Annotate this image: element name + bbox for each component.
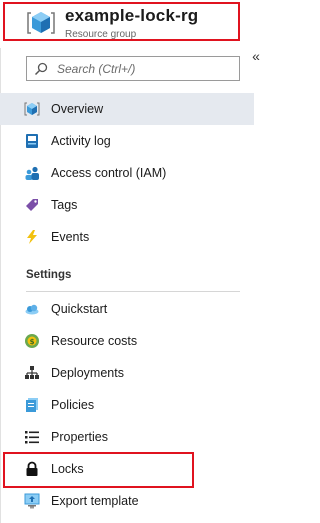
nav-label: Quickstart bbox=[51, 302, 108, 316]
search-placeholder: Search (Ctrl+/) bbox=[57, 62, 136, 76]
nav-item-export-template[interactable]: Export template bbox=[0, 485, 254, 517]
nav-label: Activity log bbox=[51, 134, 111, 148]
nav-item-quickstart[interactable]: Quickstart bbox=[0, 293, 254, 325]
export-template-icon bbox=[24, 493, 40, 509]
nav-label: Tags bbox=[51, 198, 78, 212]
nav-item-events[interactable]: Events bbox=[0, 221, 254, 253]
section-divider bbox=[26, 291, 240, 292]
nav-label: Policies bbox=[51, 398, 95, 412]
policies-icon bbox=[26, 398, 38, 412]
nav-label: Events bbox=[51, 230, 90, 244]
lightning-icon bbox=[27, 230, 37, 244]
nav-label: Properties bbox=[51, 430, 108, 444]
nav-item-tags[interactable]: Tags bbox=[0, 189, 254, 221]
nav-item-properties[interactable]: Properties bbox=[0, 421, 254, 453]
nav-item-overview[interactable]: Overview bbox=[0, 93, 254, 125]
nav-item-policies[interactable]: Policies bbox=[0, 389, 254, 421]
search-input[interactable]: Search (Ctrl+/) bbox=[26, 56, 240, 81]
tag-icon bbox=[26, 199, 38, 211]
header-highlight-box bbox=[3, 2, 240, 41]
nav-label: Resource costs bbox=[51, 334, 138, 348]
users-icon bbox=[25, 166, 39, 180]
activity-log-icon bbox=[26, 134, 38, 148]
svg-text:$: $ bbox=[30, 338, 35, 346]
nav-label: Access control (IAM) bbox=[51, 166, 167, 180]
cloud-icon bbox=[25, 304, 39, 315]
locks-highlight-box bbox=[3, 452, 194, 488]
nav-item-activity-log[interactable]: Activity log bbox=[0, 125, 254, 157]
nav-item-resource-costs[interactable]: $ Resource costs bbox=[0, 325, 254, 357]
settings-section-label: Settings bbox=[26, 269, 72, 281]
deployments-icon bbox=[25, 366, 39, 379]
resource-group-icon bbox=[24, 102, 40, 116]
collapse-menu-button[interactable]: « bbox=[248, 48, 264, 64]
properties-list-icon bbox=[25, 431, 39, 444]
search-icon bbox=[34, 62, 48, 76]
nav-label: Deployments bbox=[51, 366, 124, 380]
nav-label: Overview bbox=[51, 102, 104, 116]
nav-item-access-control[interactable]: Access control (IAM) bbox=[0, 157, 254, 189]
nav-item-deployments[interactable]: Deployments bbox=[0, 357, 254, 389]
nav-label: Export template bbox=[51, 494, 139, 508]
cost-icon: $ bbox=[25, 334, 39, 348]
